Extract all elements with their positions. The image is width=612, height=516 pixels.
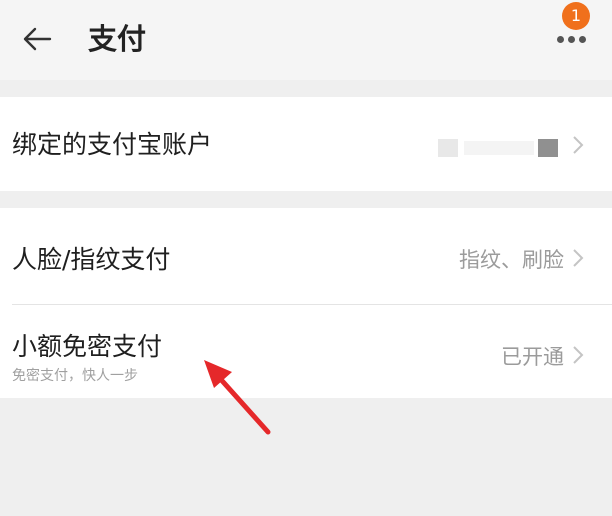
small-password-free-subtitle: 免密支付，快人一步 bbox=[12, 368, 138, 384]
face-fingerprint-value: 指纹、刷脸 bbox=[459, 248, 564, 272]
face-fingerprint-label: 人脸/指纹支付 bbox=[12, 245, 171, 274]
payment-settings-page: 支付 1 绑定的支付宝账户 人脸/指纹支付 指纹、刷脸 小额免密支付 免密支付，… bbox=[0, 0, 612, 516]
alipay-account-label: 绑定的支付宝账户 bbox=[12, 130, 213, 159]
small-password-free-row[interactable]: 小额免密支付 免密支付，快人一步 已开通 bbox=[0, 305, 612, 398]
chevron-right-icon bbox=[573, 136, 584, 154]
header-bar: 支付 1 bbox=[0, 0, 612, 80]
chevron-right-icon bbox=[573, 249, 584, 267]
small-password-free-value: 已开通 bbox=[501, 345, 564, 369]
alipay-account-card: 绑定的支付宝账户 bbox=[0, 97, 612, 191]
small-password-free-label: 小额免密支付 bbox=[12, 332, 163, 361]
payment-methods-card: 人脸/指纹支付 指纹、刷脸 小额免密支付 免密支付，快人一步 已开通 bbox=[0, 208, 612, 398]
annotation-arrow-icon bbox=[204, 360, 271, 435]
notification-badge: 1 bbox=[562, 2, 590, 30]
face-fingerprint-row[interactable]: 人脸/指纹支付 指纹、刷脸 bbox=[0, 208, 612, 304]
more-dots-icon bbox=[557, 36, 586, 43]
chevron-right-icon bbox=[573, 346, 584, 364]
masked-account-value bbox=[438, 137, 558, 157]
page-title: 支付 bbox=[88, 22, 147, 56]
back-button[interactable] bbox=[14, 18, 60, 60]
more-button[interactable]: 1 bbox=[548, 2, 594, 60]
alipay-account-row[interactable]: 绑定的支付宝账户 bbox=[0, 97, 612, 191]
arrow-left-icon bbox=[23, 27, 52, 51]
